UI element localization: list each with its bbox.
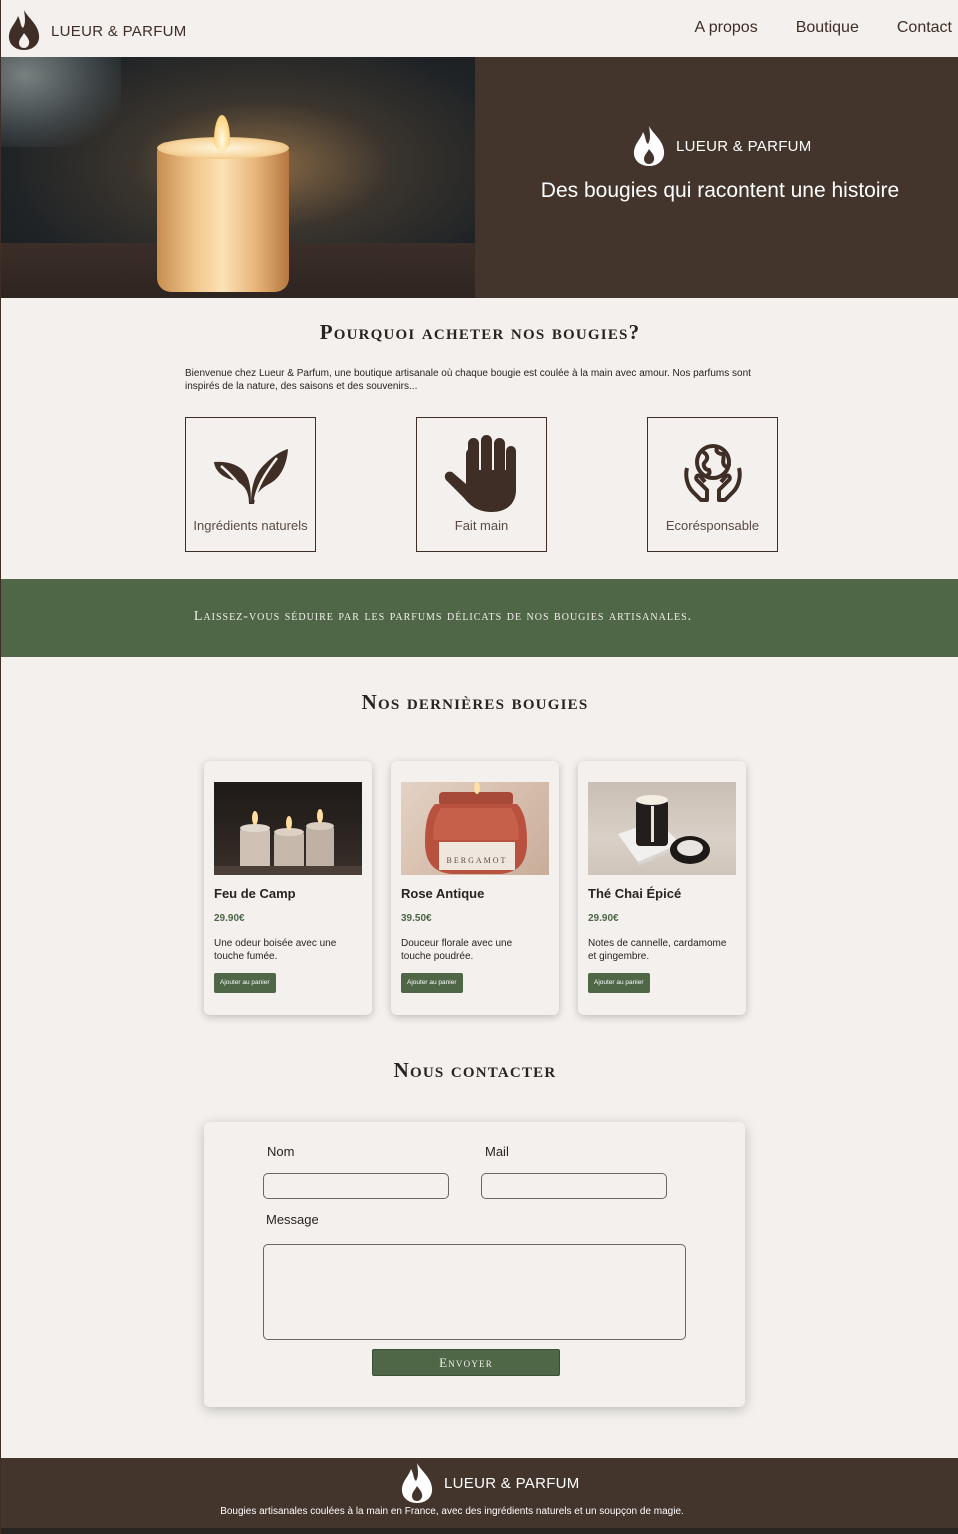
product-name: Feu de Camp: [214, 886, 296, 901]
name-field[interactable]: [263, 1173, 449, 1199]
feature-eco-responsible: Ecorésponsable: [647, 417, 778, 552]
product-image: [588, 782, 736, 875]
product-image: [214, 782, 362, 875]
hero-logo: LUEUR & PARFUM: [631, 125, 812, 167]
footer-text: Bougies artisanales coulées à la main en…: [220, 1506, 684, 1517]
product-description: Douceur florale avec une touche poudrée.: [401, 938, 513, 962]
earth-hands-icon: [683, 444, 742, 502]
nav-link-shop[interactable]: Boutique: [796, 19, 859, 37]
site-footer: LUEUR & PARFUM Bougies artisanales coulé…: [1, 1458, 958, 1534]
send-button[interactable]: Envoyer: [372, 1349, 560, 1376]
products-section-title: Nos dernières bougies: [361, 690, 589, 714]
message-label: Message: [266, 1212, 319, 1227]
footer-bottom-bar: [1, 1528, 958, 1534]
product-price: 29.90€: [588, 913, 619, 924]
nav-link-contact[interactable]: Contact: [897, 19, 952, 37]
product-image: BERGAMOT: [401, 782, 549, 875]
candles-image: [214, 809, 362, 875]
product-price: 39.50€: [401, 913, 432, 924]
banner-text: Laissez-vous séduire par les parfums dél…: [193, 609, 693, 624]
hero-candle-image: [1, 57, 475, 298]
product-description: Une odeur boisée avec une touche fumée.: [214, 938, 337, 962]
nav-link-about[interactable]: A propos: [695, 19, 758, 37]
message-field[interactable]: [263, 1244, 686, 1340]
product-name: Thé Chai Épicé: [588, 886, 682, 901]
contact-form: Nom Mail Message Envoyer: [204, 1122, 745, 1407]
feature-natural-ingredients: Ingrédients naturels: [185, 417, 316, 552]
header-brand: LUEUR & PARFUM: [51, 22, 187, 40]
hero-tagline: Des bougies qui racontent une histoire: [540, 179, 900, 202]
promo-banner: Laissez-vous séduire par les parfums dél…: [1, 579, 958, 657]
contact-section-title: Nous contacter: [393, 1058, 557, 1082]
product-card: Thé Chai Épicé 29.90€ Notes de cannelle,…: [578, 761, 746, 1015]
header-logo[interactable]: LUEUR & PARFUM: [6, 9, 187, 51]
why-section-title: Pourquoi acheter nos bougies?: [319, 320, 641, 344]
main-nav: A propos Boutique Contact: [657, 19, 952, 37]
feature-label: Ecorésponsable: [665, 518, 760, 533]
product-card: Feu de Camp 29.90€ Une odeur boisée avec…: [204, 761, 372, 1015]
chai-candle-image: [618, 795, 710, 866]
add-to-cart-button[interactable]: Ajouter au panier: [214, 973, 276, 993]
feature-handmade: Fait main: [416, 417, 547, 552]
flame-logo-icon: [633, 126, 665, 166]
product-name: Rose Antique: [401, 886, 485, 901]
name-label: Nom: [267, 1144, 295, 1159]
flame-logo-icon: [401, 1463, 433, 1503]
jar-label: BERGAMOT: [447, 856, 508, 865]
feature-label: Fait main: [454, 518, 509, 533]
hand-icon: [444, 435, 516, 512]
product-card: BERGAMOT Rose Antique 39.50€ Douceur flo…: [391, 761, 559, 1015]
why-intro-text: Bienvenue chez Lueur & Parfum, une bouti…: [185, 368, 751, 392]
site-header: LUEUR & PARFUM A propos Boutique Contact: [1, 0, 958, 57]
product-price: 29.90€: [214, 913, 245, 924]
rose-candle-jar-image: BERGAMOT: [425, 782, 527, 874]
mail-label: Mail: [485, 1144, 509, 1159]
add-to-cart-button[interactable]: Ajouter au panier: [588, 973, 650, 993]
mail-field[interactable]: [481, 1173, 667, 1199]
footer-brand: LUEUR & PARFUM: [444, 1474, 580, 1492]
leaf-icon: [213, 449, 288, 504]
hero-brand: LUEUR & PARFUM: [676, 137, 812, 155]
hero-panel: LUEUR & PARFUM Des bougies qui racontent…: [475, 57, 958, 298]
flame-logo-icon: [8, 10, 40, 50]
add-to-cart-button[interactable]: Ajouter au panier: [401, 973, 463, 993]
product-description: Notes de cannelle, cardamome et gingembr…: [588, 938, 727, 962]
feature-label: Ingrédients naturels: [193, 518, 308, 533]
footer-logo: LUEUR & PARFUM: [399, 1462, 580, 1504]
